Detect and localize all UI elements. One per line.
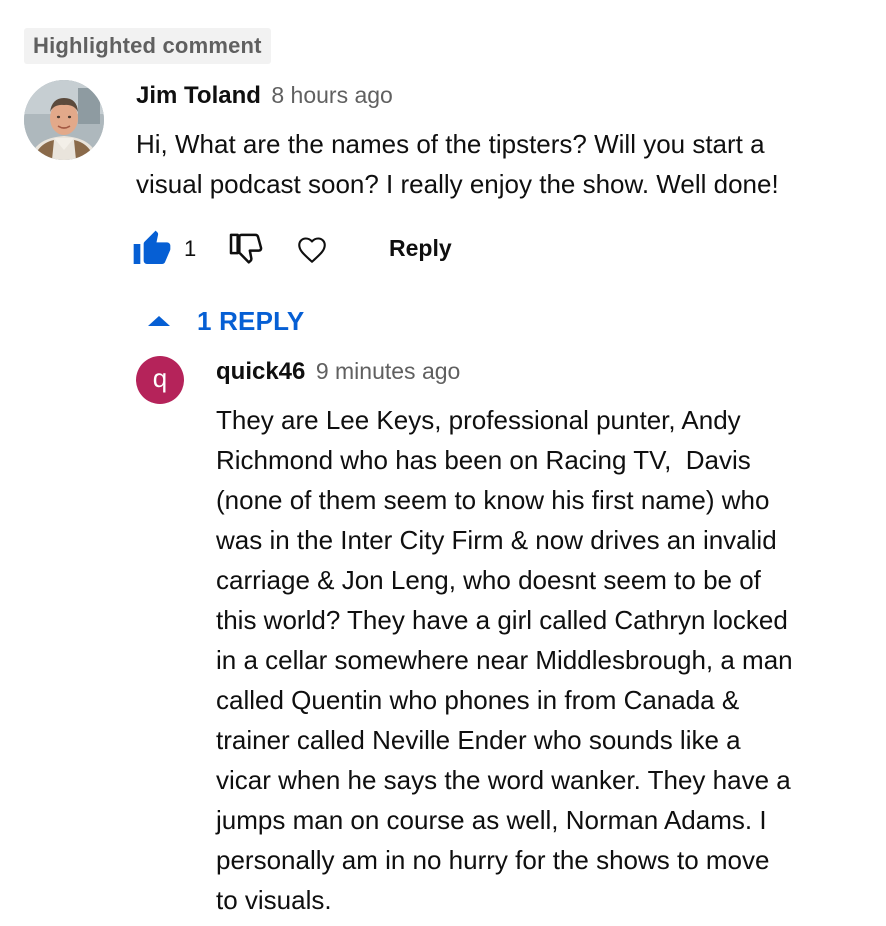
thumbs-up-icon [133, 230, 171, 264]
replies-toggle-button[interactable]: 1 REPLY [146, 302, 304, 340]
reply-text-line: called Quentin who phones in from Canada… [216, 685, 740, 715]
reply-text-line: vicar when he says the word wanker. They… [216, 765, 791, 795]
reply-text-line: Richmond who has been on Racing TV, Davi… [216, 445, 751, 475]
reply-text-line: personally am in no hurry for the shows … [216, 845, 770, 875]
replies-count-label[interactable]: 1 REPLY [197, 306, 304, 337]
like-button[interactable] [132, 227, 172, 271]
reply-avatar-letter: q [152, 363, 168, 393]
comment-text: Hi, What are the names of the tipsters? … [136, 124, 856, 204]
thumbs-down-icon [229, 233, 263, 264]
reply-avatar[interactable]: q [136, 356, 184, 404]
highlighted-comment-badge: Highlighted comment [24, 28, 271, 64]
like-count: 1 [184, 236, 197, 261]
reply-timestamp[interactable]: 9 minutes ago [316, 358, 460, 384]
reply-button[interactable]: Reply [389, 233, 452, 263]
comment-author[interactable]: Jim Toland [136, 82, 261, 109]
heart-button[interactable] [294, 227, 330, 271]
reply-text-line: They are Lee Keys, professional punter, … [216, 405, 741, 435]
comment-text-line: visual podcast soon? I really enjoy the … [136, 169, 779, 199]
comment-header: Jim Toland 8 hours ago [136, 82, 393, 112]
reply-text-line: to visuals. [216, 885, 332, 915]
avatar[interactable] [24, 80, 104, 160]
comment-actions: 1 Reply [132, 227, 492, 271]
reply-text: They are Lee Keys, professional punter, … [216, 400, 856, 920]
reply-text-line: in a cellar somewhere near Middlesbrough… [216, 645, 793, 675]
comment-text-line: Hi, What are the names of the tipsters? … [136, 129, 765, 159]
reply-text-line: jumps man on course as well, Norman Adam… [216, 805, 767, 835]
reply-author[interactable]: quick46 [216, 358, 305, 385]
reply-text-line: (none of them seem to know his first nam… [216, 485, 770, 515]
dislike-button[interactable] [226, 227, 266, 271]
reply-header: quick46 9 minutes ago [216, 358, 460, 388]
user-photo-icon [24, 80, 104, 160]
reply-text-line: this world? They have a girl called Cath… [216, 605, 788, 635]
reply-text-line: was in the Inter City Firm & now drives … [216, 525, 777, 555]
caret-up-icon [148, 316, 170, 326]
reply-text-line: trainer called Neville Ender who sounds … [216, 725, 741, 755]
heart-icon [298, 237, 326, 263]
reply-text-line: carriage & Jon Leng, who doesnt seem to … [216, 565, 761, 595]
comment-timestamp[interactable]: 8 hours ago [271, 82, 392, 108]
